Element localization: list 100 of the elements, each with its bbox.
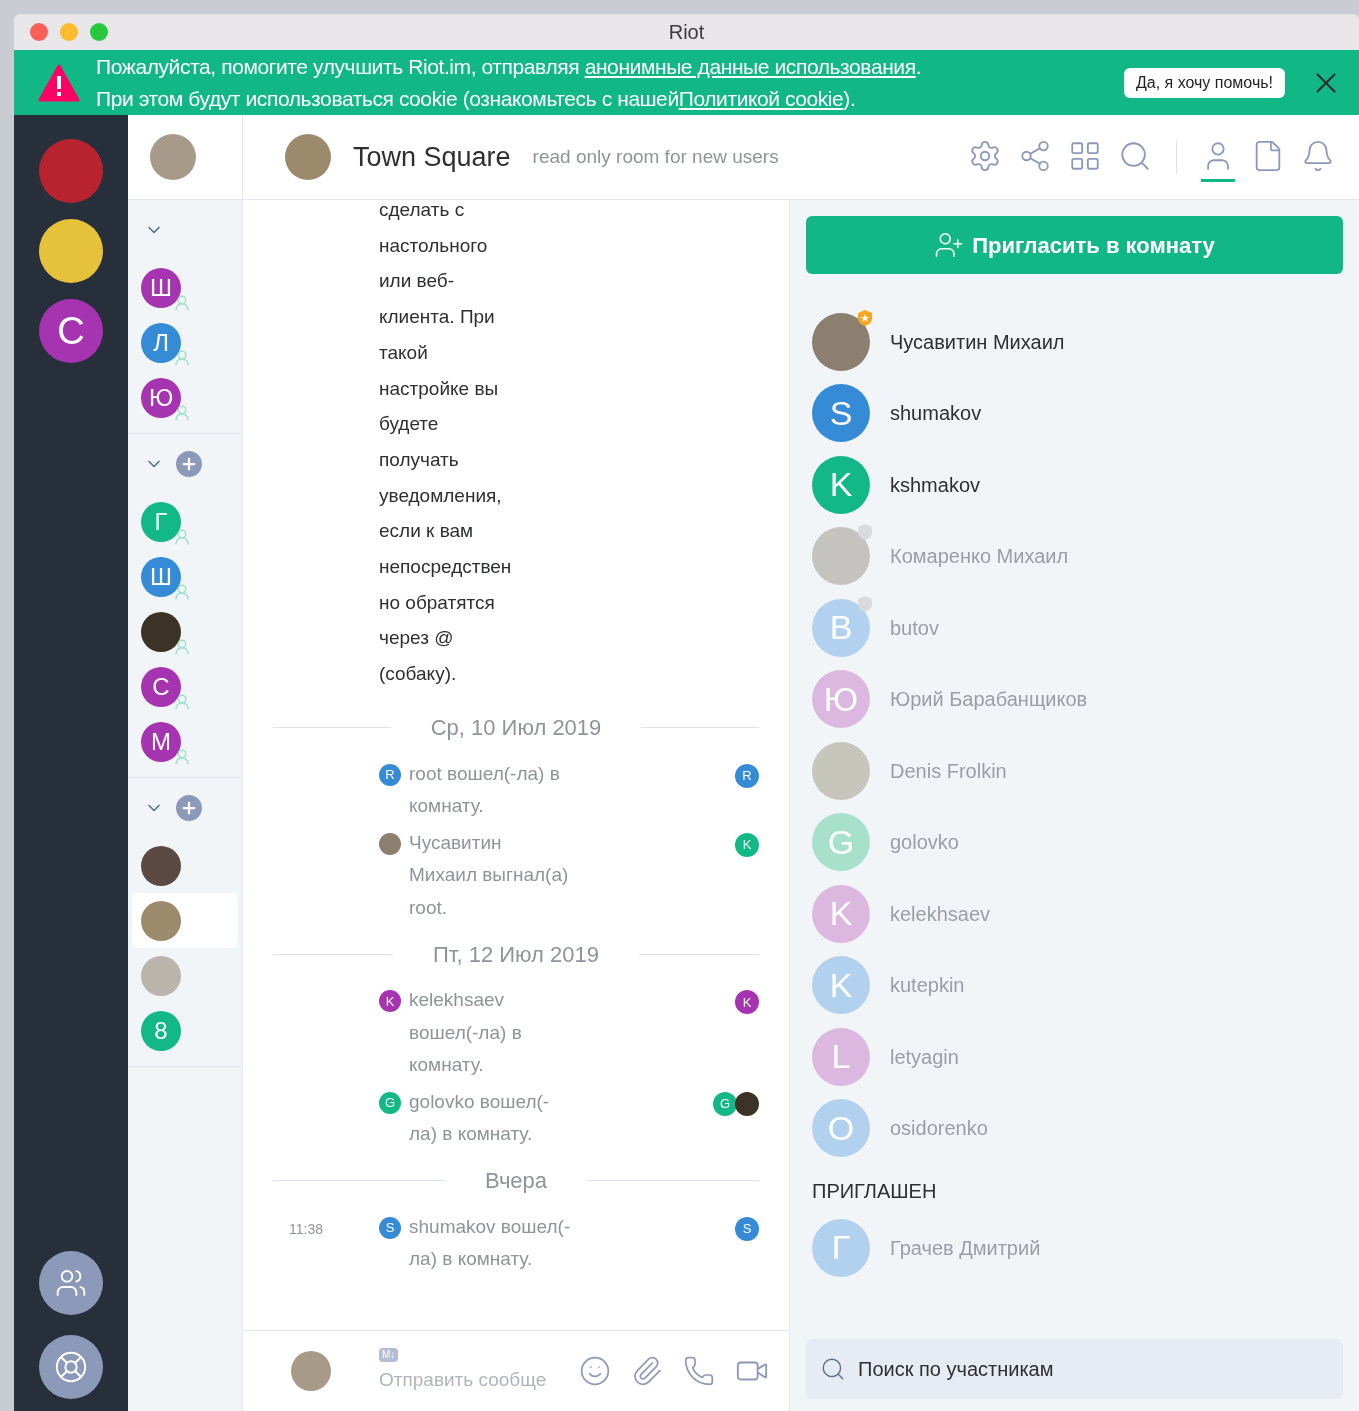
- letter-avatar: Л: [141, 322, 181, 363]
- member-name: Юрий Барабанщиков: [890, 687, 1088, 713]
- member-row[interactable]: S shumakov: [812, 377, 1343, 449]
- room-tile[interactable]: Ю: [132, 370, 238, 425]
- member-name: Грачев Дмитрий: [890, 1235, 1041, 1261]
- member-row[interactable]: O osidorenko: [812, 1092, 1343, 1164]
- maximize-window-button[interactable]: [90, 23, 108, 41]
- letter-avatar: Г: [812, 1218, 870, 1277]
- member-name: Чусавитин Михаил: [890, 329, 1065, 355]
- section-heading: ПРИГЛАШЕН: [812, 1179, 938, 1204]
- add-room-button[interactable]: [176, 795, 202, 821]
- share-icon: [1018, 138, 1052, 173]
- room-tile[interactable]: 8: [132, 1003, 238, 1058]
- letter-avatar: Г: [141, 501, 181, 542]
- event-text: golovko вошел(-ла) в комнату.: [409, 1089, 551, 1147]
- member-row[interactable]: B butov: [812, 592, 1343, 664]
- message-input[interactable]: Отправить сообще: [379, 1365, 569, 1395]
- event-text: root вошел(-ла) в комнату.: [409, 761, 561, 819]
- avatar-photo: [291, 1351, 331, 1391]
- member-search-box[interactable]: Поиск по участникам: [806, 1339, 1343, 1399]
- plus-icon: [180, 799, 198, 817]
- letter-avatar: Ю: [141, 377, 181, 418]
- member-name: kelekhsaev: [890, 901, 991, 927]
- member-name: Комаренко Михаил: [890, 544, 1069, 570]
- member-name: butov: [890, 615, 939, 641]
- message-time: 11:38: [289, 1220, 323, 1237]
- person-plus-icon: [934, 230, 965, 260]
- letter-avatar: R: [735, 763, 759, 788]
- banner-text: Пожалуйста, помогите улучшить Riot.im, отправляя анонимные данные использования.: [96, 53, 922, 80]
- member-row[interactable]: K kshmakov: [812, 449, 1343, 521]
- banner-link[interactable]: анонимные данные использования: [584, 54, 916, 78]
- member-row[interactable]: Ю Юрий Барабанщиков: [812, 663, 1343, 735]
- member-row[interactable]: K kelekhsaev: [812, 878, 1343, 950]
- window-title: Riot: [668, 20, 705, 45]
- markdown-badge[interactable]: M↓: [379, 1347, 399, 1362]
- room-tile[interactable]: Ш: [132, 549, 238, 604]
- member-name: Denis Frolkin: [890, 758, 1007, 784]
- event-text: Чусавитин Михаил выгнал(а) root.: [409, 830, 570, 920]
- add-room-button[interactable]: [176, 451, 202, 477]
- room-tile[interactable]: [132, 893, 238, 948]
- settings-icon: [968, 138, 1002, 173]
- letter-avatar: S: [812, 384, 870, 443]
- letter-avatar: K: [812, 956, 870, 1015]
- letter-avatar: S: [379, 1216, 401, 1239]
- letter-avatar: Ю: [812, 670, 870, 729]
- room-tile[interactable]: Л: [132, 315, 238, 370]
- letter-avatar: G: [713, 1091, 737, 1116]
- letter-avatar: R: [379, 763, 401, 786]
- avatar-photo: [285, 134, 331, 180]
- letter-avatar: G: [379, 1091, 401, 1114]
- letter-avatar: K: [812, 455, 870, 514]
- letter-avatar: K: [812, 884, 870, 943]
- member-name: shumakov: [890, 401, 982, 427]
- member-row[interactable]: G golovko: [812, 806, 1343, 878]
- lifebuoy-icon: [54, 1350, 88, 1384]
- room-tile[interactable]: С: [132, 659, 238, 714]
- banner-text: При этом будут использоваться cookie (ознакомьтесь с нашейПолитикой cookie).: [96, 85, 857, 112]
- people-icon: [55, 1267, 87, 1299]
- date-separator: Ср, 10 Июл 2019: [429, 714, 603, 743]
- date-separator: Вчера: [483, 1167, 549, 1196]
- member-row[interactable]: Denis Frolkin: [812, 735, 1343, 807]
- letter-avatar: Ш: [141, 267, 181, 308]
- date-separator: Пт, 12 Июл 2019: [432, 940, 600, 969]
- letter-avatar: 8: [141, 1010, 181, 1051]
- member-row[interactable]: L letyagin: [812, 1021, 1343, 1093]
- letter-avatar: S: [735, 1216, 759, 1241]
- member-name: golovko: [890, 830, 959, 856]
- letter-avatar: B: [812, 598, 870, 657]
- search-icon: [820, 1356, 846, 1382]
- notifications-icon: [1301, 138, 1335, 173]
- member-name: letyagin: [890, 1044, 959, 1070]
- warning-icon: [38, 63, 80, 102]
- room-tile[interactable]: М: [132, 714, 238, 769]
- attach-icon[interactable]: [631, 1355, 663, 1387]
- letter-avatar: K: [735, 832, 759, 857]
- letter-avatar: K: [735, 990, 759, 1015]
- room-tile[interactable]: Ш: [132, 260, 238, 315]
- member-name: kutepkin: [890, 973, 965, 999]
- letter-avatar: Ш: [141, 556, 181, 597]
- letter-avatar: М: [141, 721, 181, 762]
- member-row[interactable]: Чусавитин Михаил: [812, 306, 1343, 378]
- invite-button[interactable]: Пригласить в комнату: [806, 216, 1343, 274]
- close-window-button[interactable]: [30, 23, 48, 41]
- phone-icon[interactable]: [683, 1355, 715, 1387]
- accept-button[interactable]: Да, я хочу помочь!: [1123, 67, 1285, 98]
- letter-avatar: O: [812, 1099, 870, 1158]
- room-topic: read only room for new users: [532, 144, 779, 169]
- event-text: shumakov вошел(-ла) в комнату.: [409, 1214, 572, 1272]
- emoji-icon[interactable]: [579, 1355, 611, 1387]
- letter-avatar: С: [141, 666, 181, 707]
- member-row[interactable]: Комаренко Михаил: [812, 520, 1343, 592]
- room-tile[interactable]: Г: [132, 494, 238, 549]
- letter-avatar: G: [812, 813, 870, 872]
- plus-icon: [180, 455, 198, 473]
- member-search-field[interactable]: Поиск по участникам: [858, 1354, 1329, 1384]
- member-row[interactable]: Г Грачев Дмитрий: [812, 1212, 1343, 1284]
- letter-avatar: C: [39, 299, 103, 363]
- avatar-photo: [150, 134, 196, 180]
- letter-avatar: L: [812, 1027, 870, 1086]
- member-row[interactable]: K kutepkin: [812, 949, 1343, 1021]
